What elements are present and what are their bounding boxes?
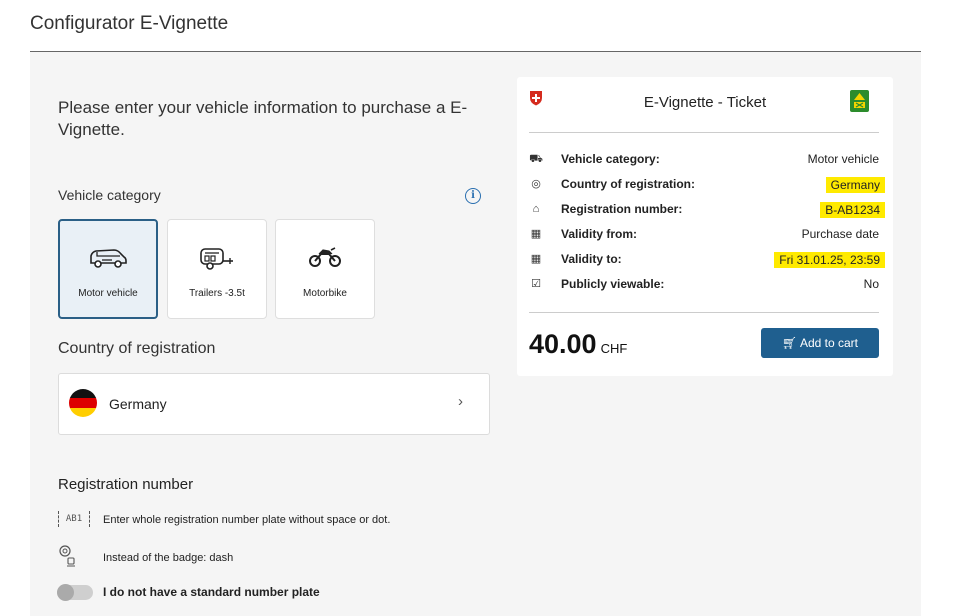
checkbox-icon: ☑	[531, 278, 541, 290]
info-icon[interactable]: i	[465, 188, 481, 204]
row-key: Validity to:	[561, 252, 622, 266]
ticket-row-country: ◎ Country of registration: Germany	[529, 176, 885, 194]
vehicle-option-label: Trailers -3.5t	[189, 288, 245, 299]
registration-hint-plate: Enter whole registration number plate wi…	[103, 514, 391, 526]
row-value: Motor vehicle	[807, 152, 879, 166]
row-value: No	[863, 277, 879, 291]
motorbike-icon	[276, 244, 374, 272]
row-value: Fri 31.01.25, 23:59	[774, 252, 885, 268]
price-currency: CHF	[600, 341, 628, 356]
registration-label: Registration number	[58, 476, 194, 493]
row-value: Purchase date	[801, 227, 879, 241]
vehicle-option-motorbike[interactable]: Motorbike	[275, 219, 375, 319]
badge-icon	[57, 545, 77, 572]
add-to-cart-label: Add to cart	[799, 336, 858, 350]
row-value: B-AB1234	[820, 202, 885, 218]
ticket-row-vehicle-category: ⛟ Vehicle category: Motor vehicle	[529, 151, 879, 169]
calendar-icon: ▦	[530, 228, 542, 240]
germany-flag-icon	[69, 389, 97, 417]
car-icon	[60, 245, 156, 273]
row-key: Country of registration:	[561, 177, 695, 191]
ticket-row-public: ☑ Publicly viewable: No	[529, 276, 879, 294]
no-standard-plate-label: I do not have a standard number plate	[103, 585, 320, 599]
vehicle-option-label: Motorbike	[303, 288, 347, 299]
vehicle-option-label: Motor vehicle	[78, 288, 138, 299]
row-key: Registration number:	[561, 202, 683, 216]
vehicle-category-label: Vehicle category	[58, 187, 161, 203]
vehicle-option-trailers[interactable]: Trailers -3.5t	[167, 219, 267, 319]
price: 40.00 CHF	[529, 329, 627, 360]
number-plate-icon: AB1	[58, 511, 90, 527]
no-standard-plate-toggle[interactable]	[57, 584, 93, 601]
price-amount: 40.00	[529, 329, 597, 359]
location-pin-icon: ◎	[531, 178, 541, 190]
vignette-logo-icon	[850, 90, 869, 112]
cart-icon: 🛒︎	[782, 336, 798, 350]
vehicle-option-motor-vehicle[interactable]: Motor vehicle	[58, 219, 158, 319]
tag-icon: ⌂	[532, 203, 540, 215]
ticket-title: E-Vignette - Ticket	[643, 94, 767, 111]
row-key: Publicly viewable:	[561, 277, 665, 291]
country-label: Country of registration	[58, 340, 216, 357]
ticket-row-registration: ⌂ Registration number: B-AB1234	[529, 201, 885, 219]
country-value: Germany	[109, 396, 167, 412]
add-to-cart-button[interactable]: 🛒︎ Add to cart	[761, 328, 879, 358]
trailer-icon	[168, 244, 266, 272]
ticket-row-validity-from: ▦ Validity from: Purchase date	[529, 226, 879, 244]
ticket-row-validity-to: ▦ Validity to: Fri 31.01.25, 23:59	[529, 251, 885, 269]
page-title: Configurator E-Vignette	[30, 13, 229, 34]
intro-text: Please enter your vehicle information to…	[58, 98, 468, 139]
ticket-divider	[529, 312, 879, 313]
registration-hint-badge: Instead of the badge: dash	[103, 552, 234, 564]
ticket-divider	[529, 132, 879, 133]
ticket-card: E-Vignette - Ticket ⛟ Vehicle category: …	[517, 77, 893, 376]
truck-icon: ⛟	[529, 153, 543, 165]
chevron-right-icon: ›	[458, 393, 463, 410]
country-select[interactable]: Germany ›	[58, 373, 490, 435]
row-key: Validity from:	[561, 227, 638, 241]
toggle-knob	[57, 584, 74, 601]
row-key: Vehicle category:	[561, 152, 660, 166]
row-value: Germany	[825, 177, 885, 193]
calendar-icon: ▦	[530, 253, 542, 265]
